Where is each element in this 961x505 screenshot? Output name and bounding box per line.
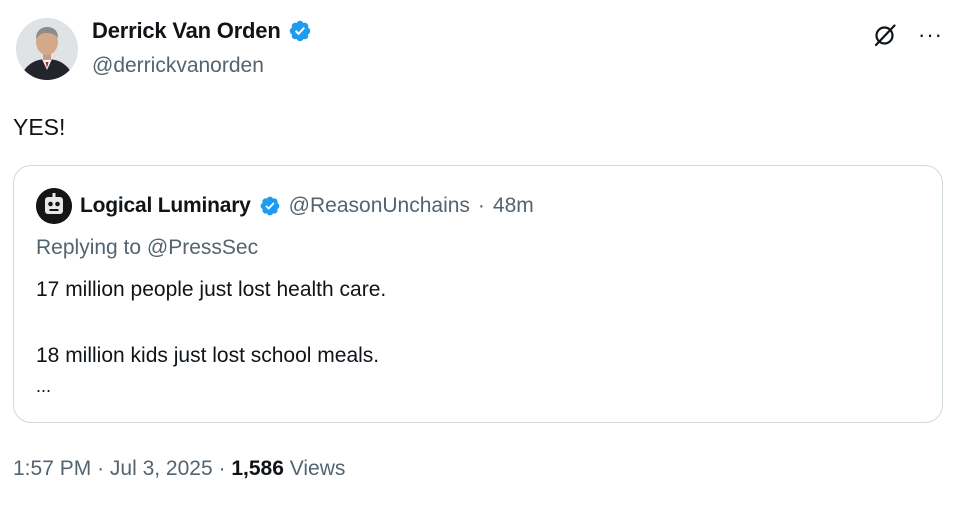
author-handle[interactable]: @derrickvanorden [92, 54, 264, 78]
replying-to-line: Replying to @PressSec [36, 236, 258, 260]
author-avatar[interactable] [16, 18, 78, 80]
tweet-time[interactable]: 1:57 PM [13, 457, 91, 480]
quoted-author-avatar-image [36, 188, 72, 224]
quoted-text-ellipsis: ... [36, 376, 52, 396]
quoted-author-name[interactable]: Logical Luminary [80, 194, 251, 218]
views-label: Views [289, 457, 346, 480]
quoted-timestamp[interactable]: 48m [493, 194, 534, 218]
tweet: Derrick Van Orden @derrickvanorden ··· Y… [0, 0, 961, 505]
author-avatar-image [16, 18, 78, 80]
tweet-meta: 1:57 PM · Jul 3, 2025 · 1,586 Views [13, 457, 345, 481]
meta-separator-1: · [97, 457, 105, 480]
quoted-text-line-1: 17 million people just lost health care. [36, 278, 387, 301]
replying-to-handle[interactable]: @PressSec [147, 236, 258, 259]
quoted-tweet-header: Logical Luminary @ReasonUnchains · 48m [36, 188, 534, 224]
views-count: 1,586 [231, 457, 284, 480]
tweet-date[interactable]: Jul 3, 2025 [110, 457, 213, 480]
tweet-text: YES! [13, 114, 66, 140]
quoted-author-handle: @ReasonUnchains [288, 194, 470, 217]
quoted-tweet-card[interactable]: Logical Luminary @ReasonUnchains · 48m R… [13, 165, 943, 423]
quoted-text-line-2: 18 million kids just lost school meals. [36, 344, 380, 367]
quoted-author-avatar[interactable] [36, 188, 72, 224]
more-icon[interactable]: ··· [918, 24, 943, 46]
grok-icon[interactable] [872, 22, 898, 48]
meta-separator-2: · [218, 457, 226, 480]
verified-badge-icon [289, 20, 310, 42]
author-name[interactable]: Derrick Van Orden [92, 18, 281, 44]
quoted-separator: · [477, 194, 485, 217]
author-name-row: Derrick Van Orden [92, 18, 312, 44]
replying-to-prefix: Replying to [36, 236, 142, 259]
quoted-verified-badge-icon [260, 196, 280, 216]
tweet-actions: ··· [872, 22, 943, 48]
